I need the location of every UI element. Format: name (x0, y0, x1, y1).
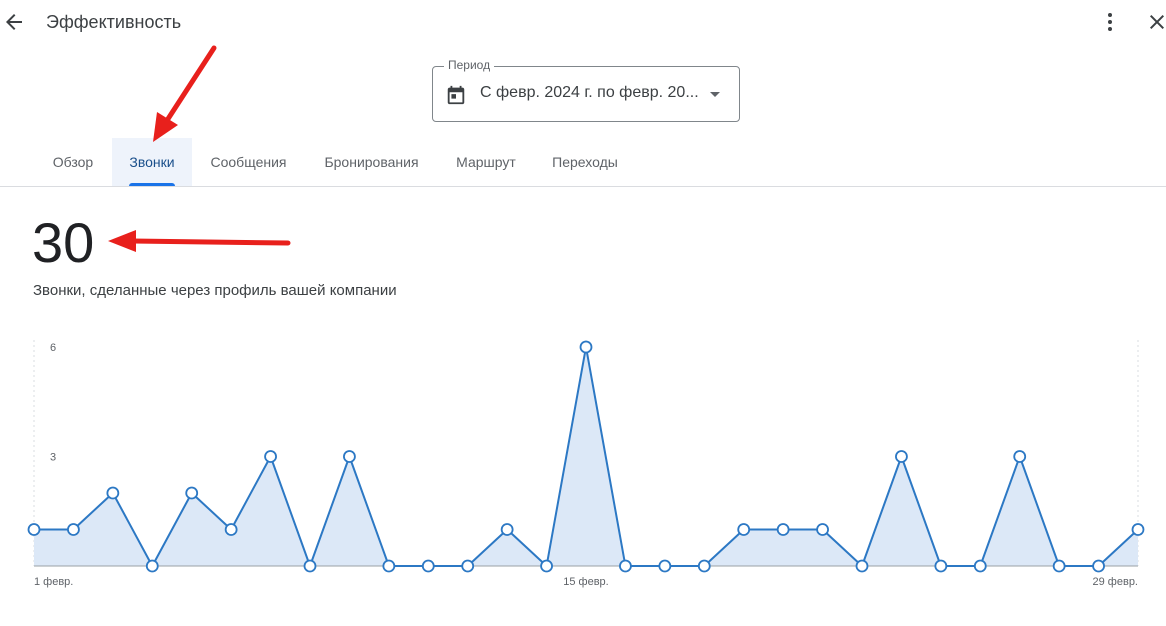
chart-point (461, 559, 475, 573)
tab-label: Обзор (52, 154, 94, 170)
x-tick-label: 1 февр. (34, 576, 73, 588)
chart-point (1052, 559, 1066, 573)
chart-point (816, 523, 829, 536)
tab-label: Переходы (552, 154, 618, 170)
period-value: С февр. 2024 г. по февр. 20... (480, 84, 699, 101)
chart-point (619, 559, 632, 573)
back-button[interactable] (2, 10, 26, 34)
chart-point (855, 559, 869, 573)
chart-point (697, 559, 711, 573)
chart-point (934, 559, 948, 573)
total-calls-value: 30 (32, 211, 95, 274)
chart-point (1013, 450, 1027, 463)
page-title: Эффективность (46, 12, 182, 32)
chart-point (1131, 523, 1145, 536)
tab-label: Маршрут (456, 154, 516, 170)
tab-bookings[interactable]: Бронирования (305, 138, 438, 186)
chart-point (421, 559, 435, 573)
tab-directions[interactable]: Маршрут (438, 138, 534, 186)
chart-point (67, 523, 80, 536)
x-tick-label: 15 февр. (563, 576, 608, 588)
annotation-arrow-tab (153, 45, 217, 142)
chart-point (579, 340, 593, 354)
calendar-icon (447, 85, 465, 105)
chart-point (1092, 559, 1105, 573)
y-tick-label: 3 (50, 452, 56, 464)
tab-overview[interactable]: Обзор (34, 138, 112, 186)
chart-point (145, 559, 159, 573)
total-calls-description: Звонки, сделанные через профиль вашей ко… (33, 282, 397, 299)
chart-area (34, 347, 1138, 566)
tab-bar: Обзор Звонки Сообщения Бронирования Марш… (0, 138, 1166, 186)
chart-point (500, 523, 514, 536)
chart-point (540, 559, 553, 573)
tab-label: Звонки (129, 154, 175, 170)
y-tick-label: 6 (50, 342, 56, 354)
annotation-arrow-total (108, 230, 291, 252)
chart-point (343, 450, 356, 463)
chart-point (737, 523, 751, 536)
more-vert-icon (1108, 13, 1112, 31)
chart-point (27, 523, 41, 536)
chart-point (264, 450, 277, 463)
period-select[interactable]: Период С февр. 2024 г. по февр. 20... (432, 58, 740, 122)
chart-point (106, 486, 120, 500)
chart-point (185, 486, 199, 500)
chart-point (382, 559, 396, 573)
tab-messages[interactable]: Сообщения (192, 138, 305, 186)
chart-point (776, 523, 790, 536)
period-label: Период (444, 58, 495, 72)
more-options-button[interactable] (1098, 10, 1122, 34)
close-button[interactable] (1145, 10, 1166, 34)
tabs-divider (0, 186, 1166, 187)
chart-point (303, 559, 317, 573)
tab-label: Сообщения (210, 154, 287, 170)
x-tick-label: 29 февр. (1093, 576, 1138, 588)
tab-calls[interactable]: Звонки (112, 138, 192, 186)
tab-clicks[interactable]: Переходы (534, 138, 636, 186)
close-icon (1150, 15, 1164, 29)
arrow-drop-down-icon (710, 92, 720, 97)
arrow-back-icon (6, 14, 22, 30)
calls-chart: 6 3 1 февр. 15 февр. 29 февр. (27, 340, 1145, 588)
chart-point (224, 523, 238, 536)
chart-point (973, 559, 987, 573)
chart-point (658, 559, 672, 573)
tab-label: Бронирования (324, 154, 419, 170)
chart-point (895, 450, 908, 463)
